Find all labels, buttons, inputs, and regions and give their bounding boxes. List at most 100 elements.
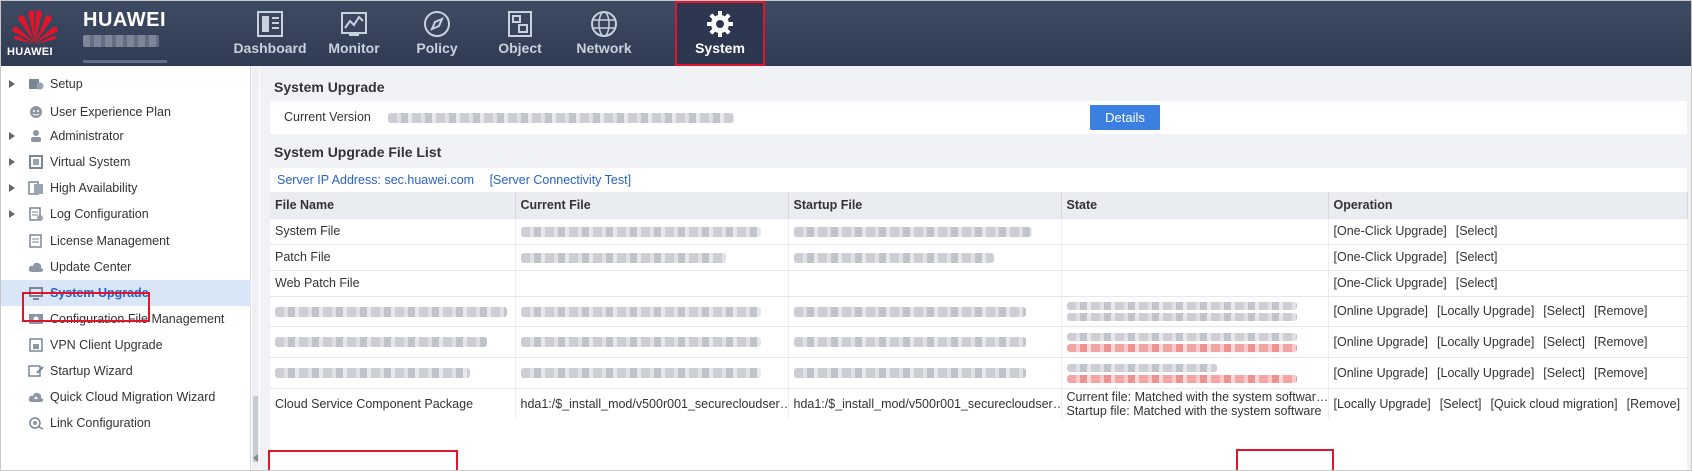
sidebar-item-label: Startup Wizard [50, 364, 133, 378]
select-link[interactable]: [Select] [1543, 335, 1585, 349]
nav-policy[interactable]: Policy [392, 1, 482, 66]
sidebar-scrollbar[interactable] [252, 66, 259, 470]
state-cell: Current file: Matched with the system so… [1061, 387, 1329, 419]
online-upgrade-link[interactable]: [Online Upgrade] [1334, 366, 1429, 380]
file-name-cell: System File [270, 217, 516, 244]
sidebar-item-license-management[interactable]: License Management [1, 228, 251, 254]
sidebar-item-label: Setup [50, 77, 83, 91]
sidebar: Setup User Experience Plan Administrator… [1, 66, 251, 470]
remove-link[interactable]: [Remove] [1594, 366, 1648, 380]
select-link[interactable]: [Select] [1456, 224, 1498, 238]
nav-label: Network [576, 40, 632, 56]
operation-cell: [One-Click Upgrade] [Select] [1328, 217, 1688, 244]
table-row: System File [One-Click Upgrade] [Select] [270, 217, 1688, 244]
column-header: State [1061, 192, 1329, 218]
online-upgrade-link[interactable]: [Online Upgrade] [1334, 335, 1429, 349]
server-connectivity-test-link[interactable]: [Server Connectivity Test] [490, 173, 632, 187]
app-window: HUAWEI HUAWEI Dashboard Monitor Policy O… [0, 0, 1692, 471]
brand-underline [83, 60, 167, 63]
details-button[interactable]: Details [1090, 105, 1160, 130]
expand-arrow-icon[interactable] [9, 158, 15, 166]
collapse-sidebar-icon[interactable] [253, 454, 258, 462]
highlight-box-locally-upgrade [1236, 449, 1334, 470]
nav-system[interactable]: System [675, 1, 765, 66]
locally-upgrade-link[interactable]: [Locally Upgrade] [1437, 304, 1534, 318]
expand-arrow-icon[interactable] [9, 132, 15, 140]
locally-upgrade-link[interactable]: [Locally Upgrade] [1437, 366, 1534, 380]
remove-link[interactable]: [Remove] [1594, 335, 1648, 349]
sidebar-item-label: Link Configuration [50, 416, 151, 430]
monitor-icon [341, 12, 367, 36]
startup-file-cell: hda1:/$_install_mod/v500r001_securecloud… [788, 387, 1062, 419]
sidebar-item-link-configuration[interactable]: Link Configuration [1, 410, 251, 436]
setup-icon [29, 79, 44, 90]
state-cell [1061, 295, 1329, 326]
sidebar-item-label: User Experience Plan [50, 105, 171, 119]
virtual-system-icon [29, 155, 43, 169]
sidebar-item-update-center[interactable]: Update Center [1, 254, 251, 280]
expand-arrow-icon[interactable] [9, 80, 15, 88]
nav-monitor[interactable]: Monitor [309, 1, 399, 66]
server-info: Server IP Address: sec.huawei.com [Serve… [277, 173, 643, 187]
highlight-box-system-upgrade [22, 292, 150, 322]
sidebar-item-label: Administrator [50, 129, 124, 143]
startup-file-cell [788, 295, 1062, 326]
operation-cell: [One-Click Upgrade] [Select] [1328, 243, 1688, 270]
locally-upgrade-link[interactable]: [Locally Upgrade] [1334, 397, 1431, 411]
locally-upgrade-link[interactable]: [Locally Upgrade] [1437, 335, 1534, 349]
nav-object[interactable]: Object [475, 1, 565, 66]
expand-arrow-icon[interactable] [9, 184, 15, 192]
select-link[interactable]: [Select] [1456, 276, 1498, 290]
nav-dashboard[interactable]: Dashboard [225, 1, 315, 66]
cloud-migration-icon [28, 392, 44, 402]
nav-label: Policy [416, 40, 458, 56]
sidebar-item-quick-cloud-migration-wizard[interactable]: Quick Cloud Migration Wizard [1, 384, 251, 410]
select-link[interactable]: [Select] [1456, 250, 1498, 264]
nav-network[interactable]: Network [559, 1, 649, 66]
sidebar-item-setup[interactable]: Setup [1, 71, 251, 97]
sidebar-item-vpn-client-upgrade[interactable]: VPN Client Upgrade [1, 332, 251, 358]
column-header: File Name [270, 192, 516, 218]
online-upgrade-link[interactable]: [Online Upgrade] [1334, 304, 1429, 318]
one-click-upgrade-link[interactable]: [One-Click Upgrade] [1334, 224, 1447, 238]
object-icon [508, 11, 532, 37]
current-file-cell: hda1:/$_install_mod/v500r001_securecloud… [515, 387, 789, 419]
file-name-cell: Cloud Service Component Package [270, 387, 516, 419]
scrollbar-thumb[interactable] [253, 396, 258, 462]
nav-label: Dashboard [233, 40, 307, 56]
remove-link[interactable]: [Remove] [1627, 397, 1681, 411]
file-name-cell: Web Patch File [270, 269, 516, 296]
quick-cloud-migration-link[interactable]: [Quick cloud migration] [1490, 397, 1617, 411]
network-icon [591, 11, 617, 37]
operation-cell: [Locally Upgrade] [Select] [Quick cloud mi… [1328, 387, 1688, 419]
sidebar-item-log-configuration[interactable]: Log Configuration [1, 201, 251, 227]
file-name-cell-redacted [270, 356, 516, 388]
sidebar-item-virtual-system[interactable]: Virtual System [1, 149, 251, 175]
sidebar-item-user-experience-plan[interactable]: User Experience Plan [1, 99, 251, 125]
sidebar-item-administrator[interactable]: Administrator [1, 123, 251, 149]
select-link[interactable]: [Select] [1543, 366, 1585, 380]
remove-link[interactable]: [Remove] [1594, 304, 1648, 318]
startup-file-cell [788, 269, 1062, 296]
server-ip-link[interactable]: Server IP Address: sec.huawei.com [277, 173, 474, 187]
select-link[interactable]: [Select] [1543, 304, 1585, 318]
table-header-row: File Name Current File Startup File Stat… [270, 192, 1688, 218]
state-cell [1061, 356, 1329, 388]
startup-file-cell [788, 217, 1062, 244]
select-link[interactable]: [Select] [1440, 397, 1482, 411]
policy-icon [424, 11, 450, 37]
logo-text: HUAWEI [7, 46, 53, 58]
sidebar-item-startup-wizard[interactable]: Startup Wizard [1, 358, 251, 384]
current-file-cell [515, 325, 789, 357]
expand-arrow-icon[interactable] [9, 210, 15, 218]
one-click-upgrade-link[interactable]: [One-Click Upgrade] [1334, 276, 1447, 290]
table-row: [Online Upgrade] [Locally Upgrade] [Select… [270, 295, 1688, 326]
current-version-value-redacted [388, 113, 734, 123]
state-cell [1061, 217, 1329, 244]
sidebar-item-label: Log Configuration [50, 207, 149, 221]
startup-file-cell [788, 356, 1062, 388]
one-click-upgrade-link[interactable]: [One-Click Upgrade] [1334, 250, 1447, 264]
current-file-cell [515, 295, 789, 326]
sidebar-item-high-availability[interactable]: High Availability [1, 175, 251, 201]
file-list-table: File Name Current File Startup File Stat… [270, 192, 1688, 419]
